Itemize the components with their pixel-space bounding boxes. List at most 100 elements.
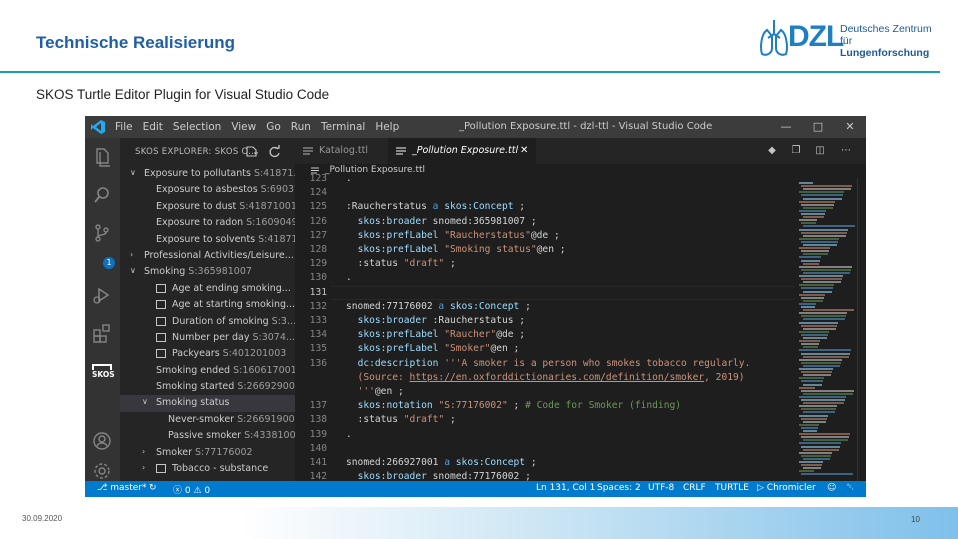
chevron-right-icon[interactable]: › — [142, 447, 152, 456]
refresh-icon[interactable] — [268, 145, 281, 158]
tree-item[interactable]: Age at ending smoking... — [120, 281, 295, 297]
line-ending[interactable]: CRLF — [683, 483, 706, 493]
minimap-line — [803, 457, 830, 460]
code-line[interactable]: 130. — [295, 271, 795, 285]
minimap-line — [799, 340, 820, 343]
indentation[interactable]: Spaces: 2 — [597, 483, 641, 493]
minimap-line — [799, 368, 833, 370]
menu-item-help[interactable]: Help — [375, 121, 399, 133]
vertical-scrollbar[interactable] — [857, 178, 866, 481]
code-line[interactable]: 138 :status "draft" ; — [295, 413, 795, 427]
minimap-line — [803, 271, 850, 274]
code-line[interactable]: 128 skos:prefLabel "Smoking status"@en ; — [295, 243, 795, 257]
tree-item[interactable]: ∨ Smoking status — [120, 395, 295, 412]
bell-icon[interactable]: ␇ — [847, 483, 854, 493]
more-icon[interactable]: ⋯ — [839, 144, 853, 158]
code-line[interactable]: 126 skos:broader snomed:365981007 ; — [295, 215, 795, 229]
tab-pollution-exposure[interactable]: _Pollution Exposure.ttl ✕ — [388, 138, 536, 164]
chevron-down-icon[interactable]: ∨ — [142, 397, 152, 406]
minimap[interactable] — [795, 178, 857, 481]
language-mode[interactable]: TURTLE — [715, 483, 749, 493]
minimap-line — [803, 420, 826, 423]
tree-item[interactable]: Exposure to radonS:1609049... — [120, 215, 295, 231]
account-icon[interactable] — [91, 430, 113, 452]
code-line[interactable]: 131 — [295, 285, 795, 300]
menu-item-file[interactable]: File — [115, 121, 133, 133]
code-line[interactable]: 127 skos:prefLabel "Raucherstatus"@de ; — [295, 229, 795, 243]
chevron-right-icon[interactable]: › — [130, 250, 140, 259]
menu-item-view[interactable]: View — [231, 121, 256, 133]
code-line[interactable]: 124 — [295, 186, 795, 200]
git-branch-icon: ⎇ — [97, 483, 108, 493]
tree-item[interactable]: Duration of smoking S:3... — [120, 314, 295, 330]
code-line[interactable]: 135 skos:prefLabel "Smoker"@en ; — [295, 342, 795, 356]
split-icon[interactable]: ◫ — [813, 144, 827, 158]
tab-katalog[interactable]: Katalog.ttl — [295, 138, 387, 164]
tree-item[interactable]: Smoking ended S:160617001 — [120, 363, 295, 379]
code-line[interactable]: 134 skos:prefLabel "Raucher"@de ; — [295, 328, 795, 342]
vscode-logo-icon — [91, 120, 105, 134]
chevron-down-icon[interactable]: ∨ — [130, 266, 140, 275]
run-debug-icon[interactable] — [91, 284, 113, 306]
diamond-icon[interactable]: ◆ — [765, 144, 779, 158]
chronicler-status[interactable]: ▷ Chromicler — [757, 483, 816, 493]
tree-item[interactable]: › Tobacco - substance — [120, 461, 295, 477]
code-line[interactable]: 139. — [295, 428, 795, 442]
tree-item[interactable]: › Professional Activities/Leisure... — [120, 248, 295, 264]
tree-item[interactable]: Packyears S:401201003 — [120, 346, 295, 362]
minimize-icon[interactable]: — — [775, 118, 797, 136]
tree-item[interactable]: Exposure to asbestosS:69037... — [120, 182, 295, 198]
chevron-down-icon[interactable]: ∨ — [130, 168, 140, 177]
tree-item[interactable]: › Smoker S:77176002 — [120, 445, 295, 461]
copy-icon[interactable]: ❐ — [789, 144, 803, 158]
menu-item-run[interactable]: Run — [291, 121, 311, 133]
menu-item-edit[interactable]: Edit — [143, 121, 163, 133]
code-line[interactable]: '''@en ; — [295, 385, 795, 399]
encoding[interactable]: UTF-8 — [648, 483, 674, 493]
code-line[interactable]: 125:Raucherstatus a skos:Concept ; — [295, 200, 795, 214]
minimap-line — [801, 352, 850, 355]
tab-bar: Katalog.ttl _Pollution Exposure.ttl ✕ ◆ … — [295, 138, 866, 164]
tree-item[interactable]: Exposure to dustS:41871001... — [120, 199, 295, 215]
tree-item[interactable]: Number per day S:3074... — [120, 330, 295, 346]
tree-item[interactable]: Smoking started S:266929003 — [120, 379, 295, 395]
menu-item-go[interactable]: Go — [266, 121, 281, 133]
close-tab-icon[interactable]: ✕ — [520, 138, 528, 164]
problems-indicator[interactable]: ⓧ 0 ⚠ 0 — [173, 483, 210, 496]
logo-text: Deutsches Zentrum für Lungenforschung — [840, 23, 938, 59]
cursor-position[interactable]: Ln 131, Col 1 — [536, 483, 595, 493]
code-line[interactable]: 136 dc:description '''A smoker is a pers… — [295, 357, 795, 371]
code-line[interactable]: 129 :status "draft" ; — [295, 257, 795, 271]
files-icon[interactable] — [91, 146, 113, 168]
tree-item[interactable]: Never-smoker S:266919005 — [120, 412, 295, 428]
code-editor[interactable]: 123. 124 125:Raucherstatus a skos:Concept … — [295, 173, 795, 482]
tree-item[interactable]: Exposure to solventsS:41871... — [120, 232, 295, 248]
code-line[interactable]: 132 snomed:77176002 a skos:Concept ; — [295, 300, 795, 314]
tree-item[interactable]: Passive smokerS:43381005 — [120, 428, 295, 444]
feedback-icon[interactable]: ☺ — [827, 483, 836, 493]
tree-item[interactable]: ∨ Exposure to pollutantsS:41871... — [120, 166, 295, 182]
tree-item[interactable]: Age at starting smoking... — [120, 297, 295, 313]
gear-icon[interactable] — [91, 460, 113, 482]
search-icon[interactable] — [91, 184, 113, 206]
skos-icon[interactable]: SKOS — [92, 364, 115, 379]
code-line[interactable]: 123. — [295, 172, 795, 186]
branch-indicator[interactable]: ⎇ master* — [97, 483, 147, 493]
code-line[interactable]: 141 snomed:266927001 a skos:Concept ; — [295, 456, 795, 470]
extensions-icon[interactable] — [91, 322, 113, 344]
sync-icon[interactable]: ↻ — [149, 483, 157, 493]
chevron-right-icon[interactable]: › — [142, 463, 152, 472]
code-line[interactable]: 140 — [295, 442, 795, 456]
code-line[interactable]: (Source: https://en.oxforddictionaries.c… — [295, 371, 795, 385]
menu-item-terminal[interactable]: Terminal — [321, 121, 365, 133]
code-line[interactable]: 133 skos:broader :Raucherstatus ; — [295, 314, 795, 328]
source-control-icon[interactable] — [91, 222, 113, 244]
close-icon[interactable]: ✕ — [839, 118, 861, 136]
maximize-icon[interactable]: □ — [807, 118, 829, 136]
minimap-line — [803, 318, 845, 321]
minimap-line — [801, 306, 815, 308]
code-line[interactable]: 137 skos:notation "S:77176002" ; # Code … — [295, 399, 795, 413]
tree-item[interactable]: ∨ Smoking S:365981007 — [120, 264, 295, 280]
menu-item-selection[interactable]: Selection — [173, 121, 221, 133]
new-file-icon[interactable] — [245, 145, 258, 158]
